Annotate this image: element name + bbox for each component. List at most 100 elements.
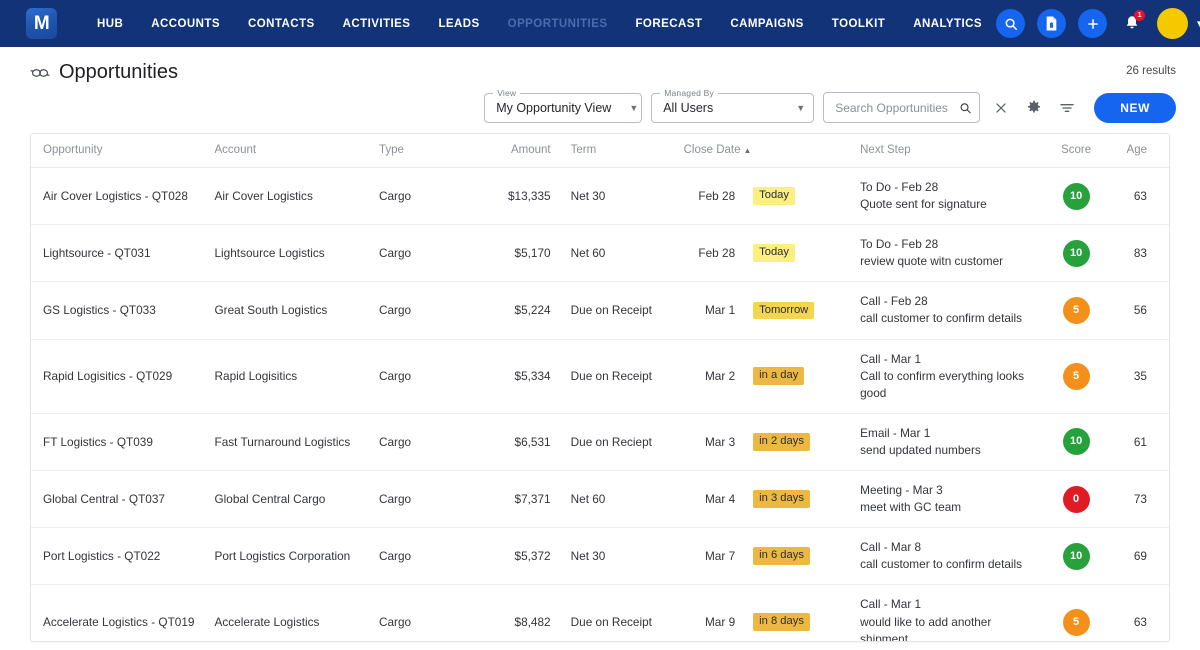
score-badge: 5 (1062, 608, 1090, 636)
score-badge: 10 (1062, 182, 1090, 210)
column-header-opportunity[interactable]: Opportunity (31, 134, 203, 168)
table-row[interactable]: Port Logistics - QT022 Port Logistics Cor… (31, 527, 1169, 586)
table-row[interactable]: Air Cover Logistics - QT028 Air Cover Log… (31, 167, 1169, 226)
nav-link-accounts[interactable]: ACCOUNTS (137, 12, 234, 36)
search-input[interactable] (835, 100, 959, 115)
column-header-term[interactable]: Term (558, 134, 672, 168)
cell-account[interactable]: Lightsource Logistics (202, 224, 367, 283)
plus-icon (1087, 18, 1098, 29)
table-row[interactable]: Accelerate Logistics - QT019 Accelerate L… (31, 584, 1169, 641)
cell-opportunity[interactable]: Air Cover Logistics - QT028 (31, 167, 203, 226)
cell-account[interactable]: Global Central Cargo (202, 470, 367, 529)
cell-account[interactable]: Port Logistics Corporation (202, 527, 367, 586)
search-opportunities-box[interactable] (823, 92, 981, 123)
cell-age: 63 (1110, 584, 1169, 641)
cell-account[interactable]: Great South Logistics (202, 281, 367, 340)
cell-term: Net 30 (558, 167, 672, 226)
notifications-button[interactable]: 1 (1119, 9, 1146, 37)
column-header-next-step[interactable]: Next Step (848, 134, 1038, 168)
cell-urgency: in 2 days (735, 413, 849, 472)
main-nav-links: HUB ACCOUNTS CONTACTS ACTIVITIES LEADS OPPORT… (83, 12, 996, 36)
nav-link-forecast[interactable]: FORECAST (621, 12, 716, 36)
table-row[interactable]: Rapid Logisitics - QT029 Rapid Logisitics… (31, 339, 1169, 414)
nav-link-contacts[interactable]: CONTACTS (234, 12, 329, 36)
cell-amount: $8,482 (479, 584, 559, 641)
documents-button[interactable] (1037, 9, 1067, 38)
create-new-button[interactable] (1078, 9, 1108, 38)
cell-next-step: Call - Mar 1 Call to confirm everything l… (848, 339, 1038, 414)
urgency-badge: in 8 days (753, 613, 810, 631)
cell-account[interactable]: Air Cover Logistics (202, 167, 367, 226)
cell-opportunity[interactable]: GS Logistics - QT033 (31, 281, 203, 340)
cell-close-date: Mar 9 (671, 584, 736, 641)
cell-account[interactable]: Accelerate Logistics (202, 584, 367, 641)
column-header-close-date[interactable]: Close Date ▲ (671, 134, 751, 168)
cell-close-date: Mar 1 (671, 281, 736, 340)
cell-opportunity[interactable]: Lightsource - QT031 (31, 224, 203, 283)
nav-right-actions: 1 ▾ (996, 8, 1200, 39)
column-header-age[interactable]: Age (1110, 134, 1169, 168)
nav-link-activities[interactable]: ACTIVITIES (329, 12, 425, 36)
urgency-badge: in 6 days (753, 547, 810, 566)
cell-type: Cargo (366, 527, 480, 586)
nav-link-campaigns[interactable]: CAMPAIGNS (716, 12, 817, 36)
cell-opportunity[interactable]: Rapid Logisitics - QT029 (31, 339, 203, 414)
cell-amount: $5,170 (479, 224, 559, 283)
table-row[interactable]: FT Logistics - QT039 Fast Turnaround Logi… (31, 413, 1169, 472)
next-step-note: send updated numbers (860, 442, 981, 457)
chevron-down-icon: ▼ (629, 102, 639, 113)
cell-amount: $5,372 (479, 527, 559, 586)
cell-account[interactable]: Rapid Logisitics (202, 339, 367, 414)
cell-term: Net 60 (558, 224, 672, 283)
cell-amount: $5,334 (479, 339, 559, 414)
column-header-close-date-label: Close Date (683, 144, 741, 156)
next-step-type: To Do - Feb 28 (860, 237, 939, 252)
cell-score: 5 (1037, 339, 1111, 414)
cell-opportunity[interactable]: Global Central - QT037 (31, 470, 203, 529)
table-row[interactable]: GS Logistics - QT033 Great South Logistic… (31, 281, 1169, 340)
table-row[interactable]: Global Central - QT037 Global Central Car… (31, 470, 1169, 529)
cell-age: 63 (1110, 167, 1169, 226)
nav-link-hub[interactable]: HUB (83, 12, 137, 36)
table-row[interactable]: Lightsource - QT031 Lightsource Logistics… (31, 224, 1169, 283)
cell-account[interactable]: Fast Turnaround Logistics (202, 413, 367, 472)
view-select[interactable]: View My Opportunity View ▼ (484, 87, 643, 123)
cell-type: Cargo (366, 224, 480, 283)
cell-urgency: in 3 days (735, 470, 849, 529)
filter-button[interactable] (1055, 96, 1079, 120)
cell-term: Due on Receipt (558, 584, 672, 641)
managed-by-select[interactable]: Managed By All Users ▼ (651, 87, 815, 123)
nav-link-analytics[interactable]: ANALYTICS (899, 12, 996, 36)
settings-button[interactable] (1022, 96, 1046, 120)
cell-age: 69 (1110, 527, 1169, 586)
nav-link-leads[interactable]: LEADS (424, 12, 493, 36)
global-search-button[interactable] (996, 9, 1026, 38)
search-icon[interactable] (959, 101, 972, 115)
document-icon (1046, 16, 1057, 31)
clear-search-button[interactable] (989, 96, 1013, 120)
cell-close-date: Feb 28 (671, 224, 736, 283)
score-badge: 10 (1062, 428, 1090, 456)
cell-opportunity[interactable]: Accelerate Logistics - QT019 (31, 584, 203, 641)
cell-type: Cargo (366, 413, 480, 472)
cell-term: Due on Receipt (558, 281, 672, 340)
app-logo[interactable]: M (26, 8, 57, 39)
nav-link-toolkit[interactable]: TOOLKIT (818, 12, 899, 36)
cell-opportunity[interactable]: FT Logistics - QT039 (31, 413, 203, 472)
search-icon (1005, 18, 1017, 30)
nav-link-opportunities[interactable]: OPPORTUNITIES (494, 12, 622, 36)
cell-close-date: Mar 7 (671, 527, 736, 586)
filter-icon (1060, 103, 1074, 112)
column-header-account[interactable]: Account (202, 134, 367, 168)
sort-ascending-icon: ▲ (743, 146, 752, 155)
view-select-value: My Opportunity View (496, 100, 612, 115)
avatar[interactable] (1157, 8, 1189, 39)
managed-by-select-value: All Users (663, 100, 714, 115)
new-opportunity-button[interactable]: NEW (1094, 92, 1176, 123)
column-header-amount[interactable]: Amount (479, 134, 559, 168)
cell-age: 73 (1110, 470, 1169, 529)
column-header-score[interactable]: Score (1037, 134, 1111, 168)
cell-amount: $13,335 (479, 167, 559, 226)
column-header-type[interactable]: Type (366, 134, 480, 168)
cell-opportunity[interactable]: Port Logistics - QT022 (31, 527, 203, 586)
